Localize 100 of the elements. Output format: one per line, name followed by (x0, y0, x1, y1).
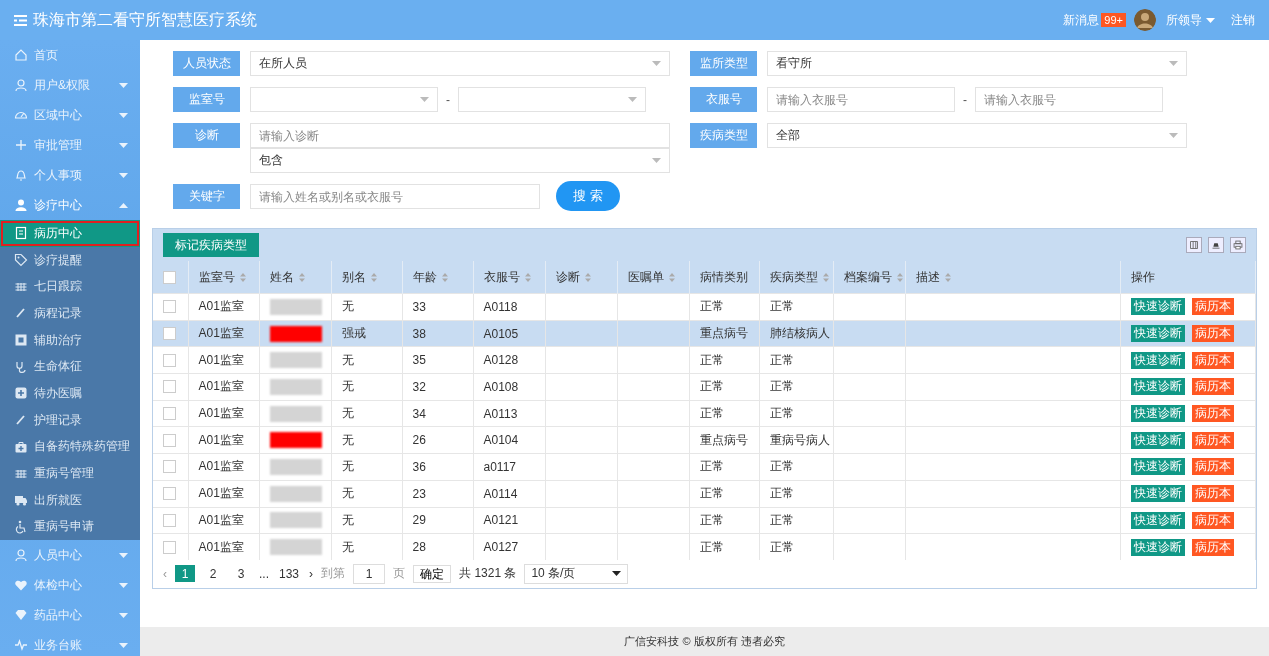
medical-record-button[interactable]: 病历本 (1191, 325, 1234, 343)
column-header[interactable]: 衣服号 (473, 261, 545, 294)
input-field[interactable]: 请输入诊断 (250, 123, 670, 148)
sort-icon[interactable] (822, 272, 829, 282)
page-size-select[interactable]: 10 条/页 (524, 563, 629, 584)
submenu-item[interactable]: 自备药特殊药管理 (0, 433, 140, 461)
column-header[interactable]: 描述 (905, 261, 1120, 294)
checkbox[interactable] (163, 513, 176, 527)
submenu-item[interactable]: 重病号管理 (0, 460, 140, 487)
table-cell: 正常 (769, 352, 794, 367)
sort-icon[interactable] (668, 272, 675, 282)
column-header[interactable]: 医嘱单 (617, 261, 689, 294)
submenu-item[interactable]: 重病号申请 (0, 513, 140, 541)
select-field[interactable]: 全部 (767, 123, 1187, 148)
column-header[interactable]: 年龄 (402, 261, 473, 294)
quick-diagnosis-button[interactable]: 快速诊断 (1130, 538, 1185, 556)
sidebar-item[interactable]: 体检中心 (0, 570, 140, 601)
quick-diagnosis-button[interactable]: 快速诊断 (1130, 405, 1185, 423)
sort-icon[interactable] (441, 272, 448, 282)
sidebar-item[interactable]: 药品中心 (0, 600, 140, 631)
quick-diagnosis-button[interactable]: 快速诊断 (1130, 325, 1185, 343)
user-menu[interactable]: 所领导 (1166, 11, 1215, 29)
checkbox[interactable] (163, 487, 176, 501)
medical-record-button[interactable]: 病历本 (1191, 511, 1234, 529)
sidebar-item[interactable]: 个人事项 (0, 160, 140, 190)
submenu-item[interactable]: 七日跟踪 (0, 273, 140, 301)
checkbox[interactable] (163, 353, 176, 367)
logout-link[interactable]: 注销 (1231, 11, 1255, 29)
column-header[interactable]: 档案编号 (833, 261, 905, 294)
quick-diagnosis-button[interactable]: 快速诊断 (1130, 511, 1185, 529)
checkbox[interactable] (163, 380, 176, 394)
search-button[interactable]: 搜 索 (556, 181, 620, 211)
medical-record-button[interactable]: 病历本 (1191, 378, 1234, 396)
sidebar-item[interactable]: 区域中心 (0, 100, 140, 130)
sort-icon[interactable] (584, 272, 591, 282)
submenu-item[interactable]: 待办医嘱 (0, 380, 140, 407)
sort-icon[interactable] (944, 272, 951, 282)
column-header[interactable]: 诊断 (545, 261, 617, 294)
medical-record-button[interactable]: 病历本 (1191, 351, 1234, 369)
quick-diagnosis-button[interactable]: 快速诊断 (1130, 431, 1185, 449)
quick-diagnosis-button[interactable]: 快速诊断 (1130, 378, 1185, 396)
checkbox[interactable] (163, 407, 176, 421)
column-header[interactable]: 监室号 (188, 261, 259, 294)
submenu-item[interactable]: 生命体征 (0, 353, 140, 381)
page-button[interactable]: 1 (175, 565, 195, 583)
confirm-button[interactable]: 确定 (413, 564, 452, 583)
submenu-item[interactable]: 病程记录 (0, 300, 140, 327)
sort-icon[interactable] (896, 272, 903, 282)
medical-record-button[interactable]: 病历本 (1191, 431, 1234, 449)
submenu-item[interactable]: 病历中心 (0, 220, 140, 247)
prev-page-button[interactable]: ‹ (163, 566, 167, 581)
medical-record-button[interactable]: 病历本 (1191, 538, 1234, 556)
column-header[interactable]: 疾病类型 (759, 261, 833, 294)
messages-link[interactable]: 新消息 (1063, 11, 1100, 29)
select-field[interactable] (250, 87, 438, 112)
quick-diagnosis-button[interactable]: 快速诊断 (1130, 458, 1185, 476)
columns-icon[interactable] (1186, 237, 1202, 253)
sidebar-item[interactable]: 人员中心 (0, 540, 140, 571)
sidebar-item[interactable]: 诊疗中心 (0, 190, 140, 220)
column-header[interactable]: 姓名 (259, 261, 331, 294)
checkbox[interactable] (163, 433, 176, 447)
input-field[interactable]: 请输入姓名或别名或衣服号 (250, 184, 540, 209)
submenu-item[interactable]: 诊疗提醒 (0, 246, 140, 274)
sidebar-item[interactable]: 业务台账 (0, 630, 140, 656)
page-input[interactable]: 1 (353, 563, 386, 584)
quick-diagnosis-button[interactable]: 快速诊断 (1130, 351, 1185, 369)
export-icon[interactable] (1208, 237, 1224, 253)
quick-diagnosis-button[interactable]: 快速诊断 (1130, 298, 1185, 316)
input-field[interactable]: 请输入衣服号 (975, 87, 1163, 112)
sidebar-item[interactable]: 用户&权限 (0, 70, 140, 100)
avatar[interactable] (1134, 9, 1156, 31)
menu-icon[interactable] (14, 14, 27, 26)
select-field[interactable]: 看守所 (767, 51, 1187, 76)
medical-record-button[interactable]: 病历本 (1191, 485, 1234, 503)
input-field[interactable]: 请输入衣服号 (767, 87, 955, 112)
print-icon[interactable] (1230, 237, 1246, 253)
checkbox[interactable] (163, 460, 176, 474)
checkbox[interactable] (163, 300, 176, 314)
quick-diagnosis-button[interactable]: 快速诊断 (1130, 485, 1185, 503)
submenu-item[interactable]: 护理记录 (0, 406, 140, 434)
submenu-item[interactable]: 辅助治疗 (0, 326, 140, 354)
select-field[interactable] (458, 87, 646, 112)
sort-icon[interactable] (298, 272, 305, 282)
mark-disease-type-button[interactable]: 标记疾病类型 (163, 233, 259, 257)
next-page-button[interactable]: › (309, 566, 314, 581)
checkbox[interactable] (163, 540, 176, 554)
select-field[interactable]: 在所人员 (250, 51, 670, 76)
sidebar-item[interactable]: 首页 (0, 40, 140, 70)
sort-icon[interactable] (370, 272, 377, 282)
medical-record-button[interactable]: 病历本 (1191, 458, 1234, 476)
column-header[interactable]: 别名 (331, 261, 402, 294)
checkbox[interactable] (163, 327, 176, 341)
sidebar-item[interactable]: 审批管理 (0, 130, 140, 160)
submenu-item[interactable]: 出所就医 (0, 486, 140, 514)
sort-icon[interactable] (524, 272, 531, 282)
medical-record-button[interactable]: 病历本 (1191, 298, 1234, 316)
select-field[interactable]: 包含 (250, 148, 670, 173)
checkbox[interactable] (163, 270, 176, 284)
medical-record-button[interactable]: 病历本 (1191, 405, 1234, 423)
sort-icon[interactable] (239, 272, 246, 282)
